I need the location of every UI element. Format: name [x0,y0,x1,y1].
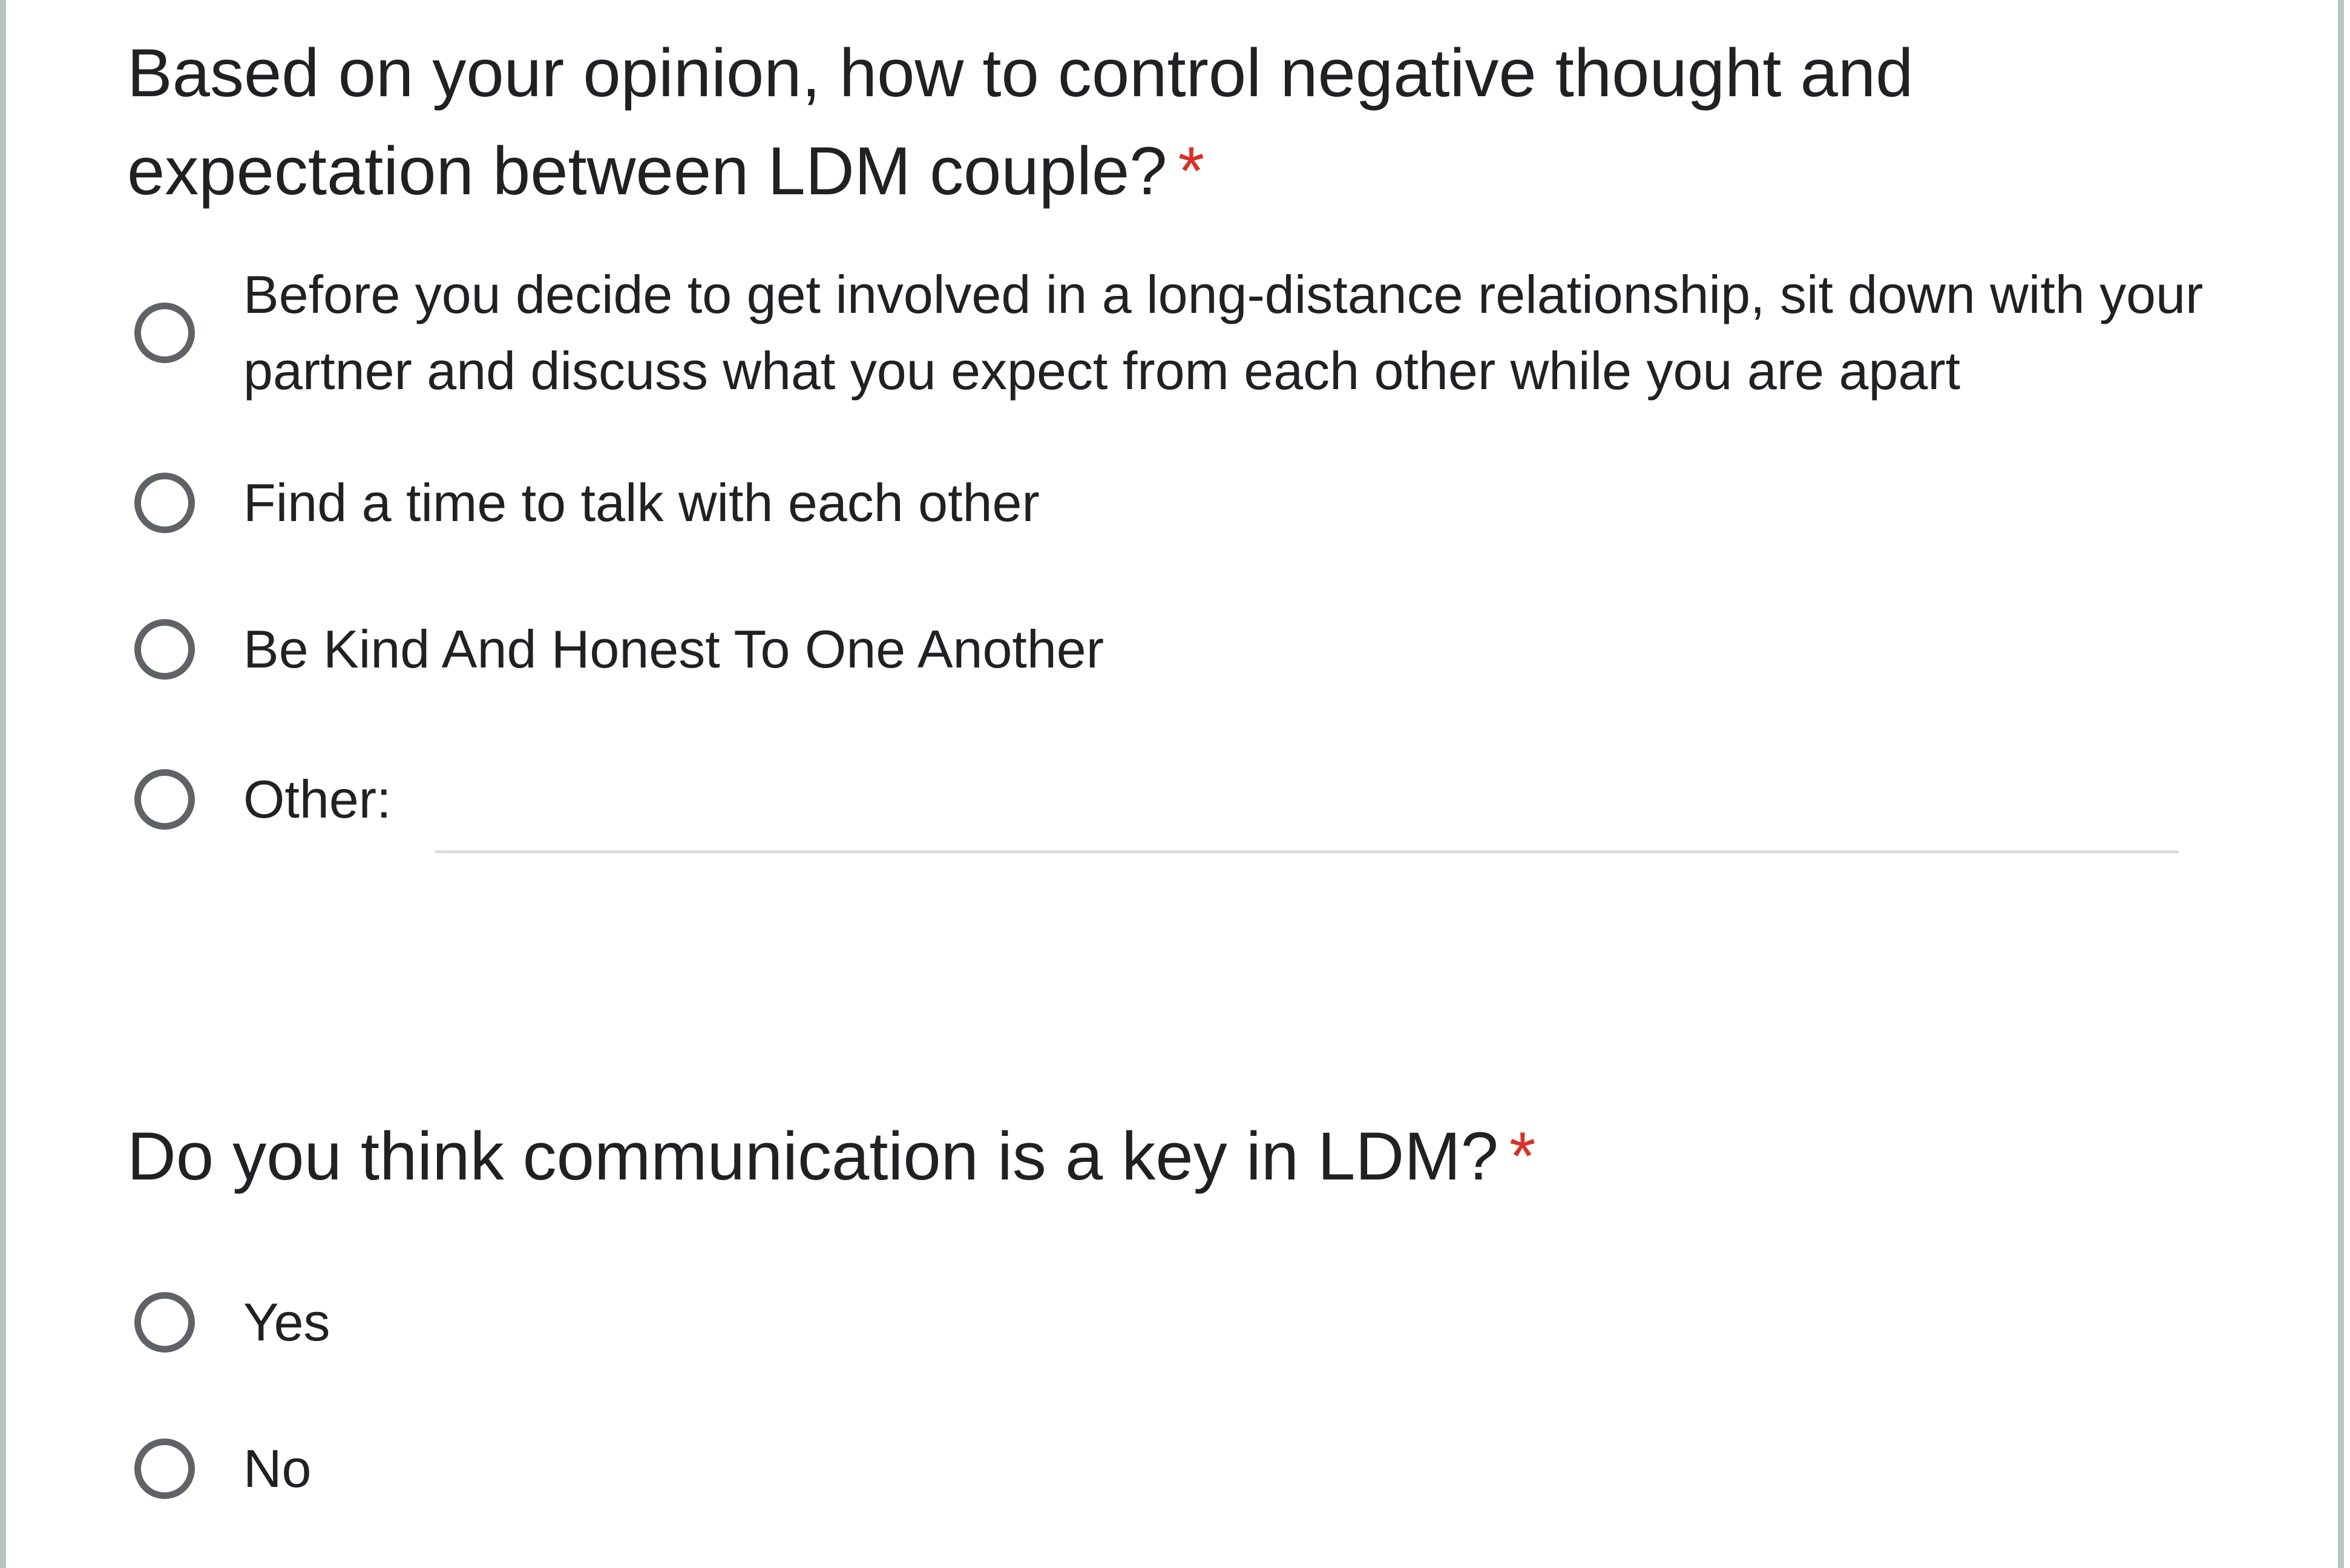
radio-option-no[interactable]: No [127,1431,2233,1507]
radio-unchecked-icon[interactable] [134,1438,195,1499]
radio-group: Before you decide to get involved in a l… [127,257,2233,853]
question-title: Based on your opinion, how to control ne… [127,24,2233,220]
required-asterisk: * [1178,133,1205,209]
option-label: Yes [243,1292,330,1352]
question-communication-key: Do you think communication is a key in L… [127,1107,2233,1507]
option-label: Be Kind And Honest To One Another [243,619,1104,679]
radio-option-find-time[interactable]: Find a time to talk with each other [127,465,2233,541]
radio-group: Yes No [127,1284,2233,1507]
required-asterisk: * [1509,1118,1536,1194]
radio-unchecked-icon[interactable] [134,619,195,680]
radio-option-discuss-expectations[interactable]: Before you decide to get involved in a l… [127,257,2233,409]
option-label: Before you decide to get involved in a l… [243,264,2204,401]
radio-option-other[interactable]: Other: [127,761,2233,853]
option-label: No [243,1438,312,1498]
radio-option-yes[interactable]: Yes [127,1284,2233,1360]
question-title: Do you think communication is a key in L… [127,1107,2233,1206]
question-title-text: Do you think communication is a key in L… [127,1118,1498,1194]
form-card: Based on your opinion, how to control ne… [0,0,2344,1568]
radio-option-be-kind[interactable]: Be Kind And Honest To One Another [127,611,2233,687]
option-label: Find a time to talk with each other [243,473,1040,533]
radio-unchecked-icon[interactable] [134,303,195,363]
other-label: Other: [243,769,392,829]
question-negative-thought: Based on your opinion, how to control ne… [127,24,2233,853]
radio-unchecked-icon[interactable] [134,769,195,830]
question-title-text: Based on your opinion, how to control ne… [127,35,1914,209]
radio-unchecked-icon[interactable] [134,473,195,533]
radio-unchecked-icon[interactable] [134,1292,195,1353]
other-text-input[interactable] [435,782,2179,853]
